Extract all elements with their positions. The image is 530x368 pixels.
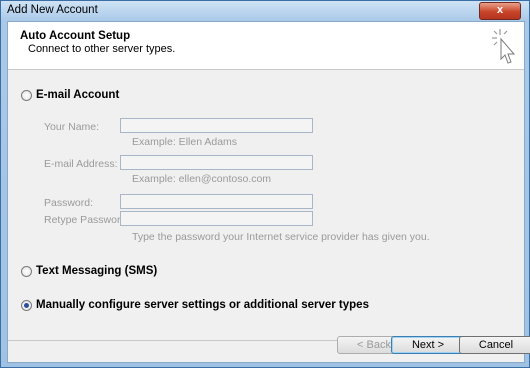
dialog-window: Add New Account x Auto Account Setup Con… (0, 0, 530, 368)
header-title: Auto Account Setup (20, 30, 131, 42)
account-options: E-mail Account Your Name: Example: Ellen… (19, 85, 509, 319)
manual-config-radio[interactable] (21, 299, 32, 311)
cancel-button[interactable]: Cancel (459, 336, 530, 354)
next-button[interactable]: Next > (391, 336, 465, 354)
your-name-example: Example: Ellen Adams (132, 136, 238, 148)
retype-password-label: Retype Password: (44, 214, 130, 226)
dialog-header: Auto Account Setup Connect to other serv… (8, 22, 524, 70)
sms-label: Text Messaging (SMS) (36, 265, 158, 277)
window-title: Add New Account (7, 4, 98, 16)
sms-radio[interactable] (21, 265, 32, 277)
email-address-label: E-mail Address: (44, 158, 118, 170)
email-account-radio[interactable] (21, 89, 32, 101)
password-label: Password: (44, 197, 94, 209)
email-address-field[interactable] (120, 155, 313, 170)
title-bar[interactable]: Add New Account x (1, 1, 529, 21)
cursor-sparkle-icon (492, 29, 516, 64)
header-subtitle: Connect to other server types. (28, 43, 176, 55)
dialog-client: Auto Account Setup Connect to other serv… (7, 21, 530, 363)
email-account-label: E-mail Account (36, 89, 120, 101)
password-field[interactable] (120, 194, 313, 209)
retype-password-field[interactable] (120, 211, 313, 226)
your-name-field[interactable] (120, 118, 313, 133)
email-address-example: Example: ellen@contoso.com (132, 173, 272, 185)
manual-config-label: Manually configure server settings or ad… (36, 299, 369, 311)
manual-config-option[interactable]: Manually configure server settings or ad… (21, 299, 369, 311)
email-account-option[interactable]: E-mail Account (21, 89, 119, 101)
your-name-label: Your Name: (44, 121, 100, 133)
close-button[interactable]: x (479, 2, 521, 20)
password-help-text: Type the password your Internet service … (132, 231, 430, 243)
sms-option[interactable]: Text Messaging (SMS) (21, 265, 157, 277)
